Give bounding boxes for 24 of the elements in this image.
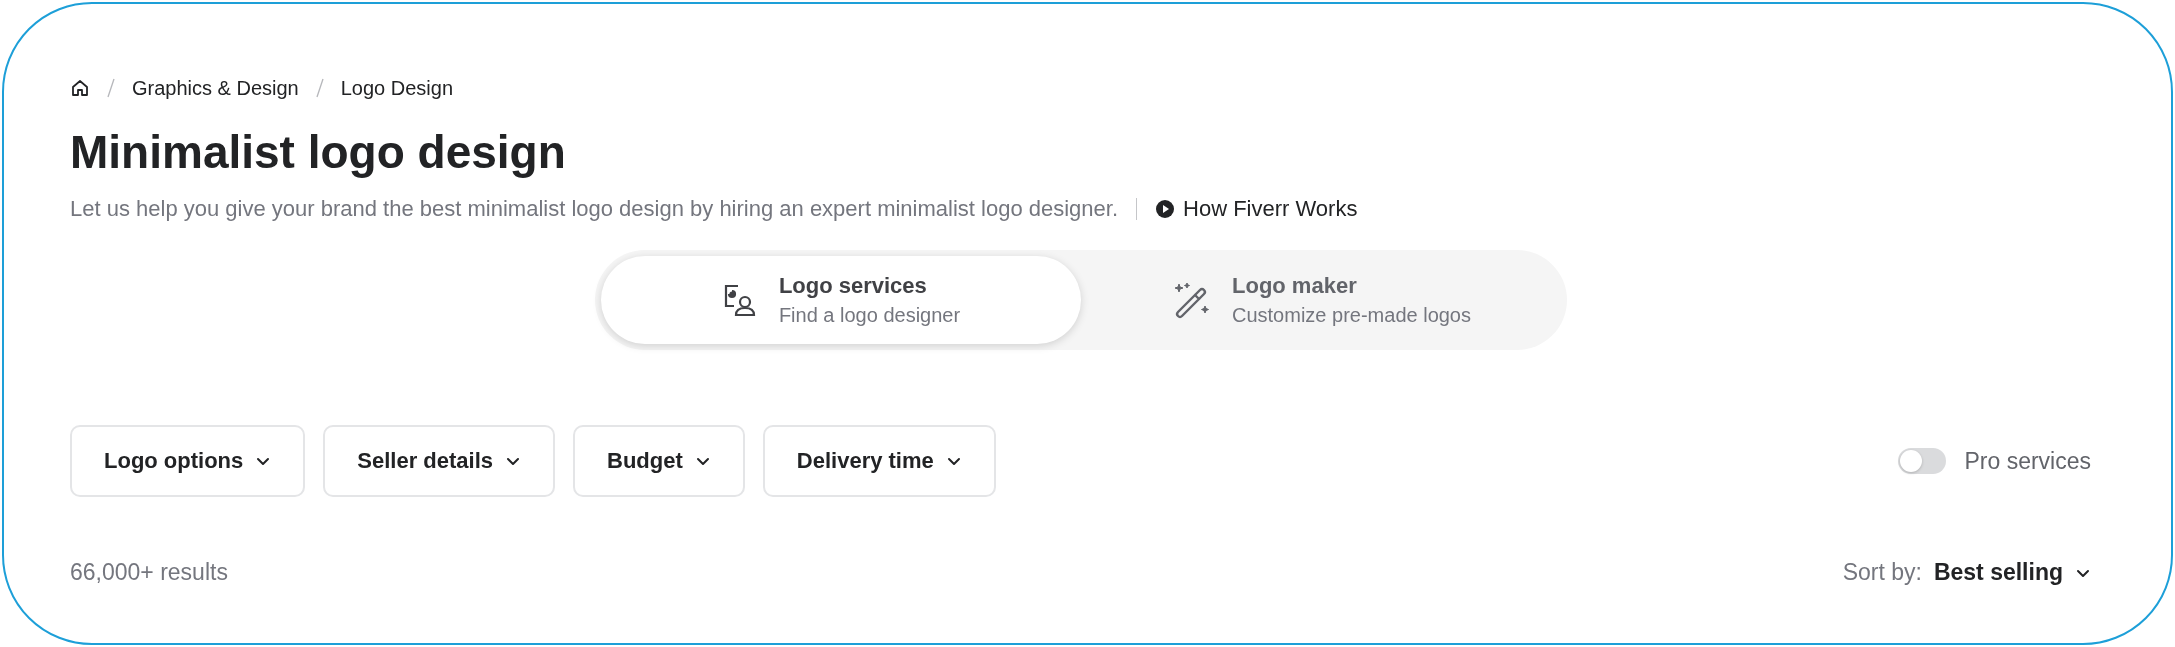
page-title: Minimalist logo design [70, 125, 567, 180]
breadcrumb-link[interactable]: Logo Design [340, 76, 454, 100]
filter-dropdown[interactable]: Logo options [70, 425, 306, 497]
breadcrumb-link[interactable]: Graphics & Design [132, 76, 299, 100]
segment-subtitle: Customize pre-made logos [1232, 303, 1471, 328]
filter-dropdown[interactable]: Delivery time [762, 425, 996, 497]
sort-label: Sort by: [1842, 559, 1922, 586]
home-icon[interactable] [70, 78, 90, 98]
breadcrumb-separator-icon [106, 77, 116, 99]
page-description: Let us help you give your brand the best minimalist logo design by hiring an expert minimalist logo designer. [70, 195, 1119, 223]
segment-tab[interactable]: Logo maker Customize pre-made logos [1080, 256, 1561, 344]
sort-dropdown[interactable]: Best selling [1933, 559, 2091, 586]
segment-subtitle: Find a logo designer [778, 303, 961, 328]
results-count: 66,000+ results [70, 559, 228, 586]
toggle-switch[interactable] [1898, 448, 1947, 474]
filter-dropdown[interactable]: Budget [573, 425, 745, 497]
segment-tab[interactable]: Logo services Find a logo designer [600, 256, 1081, 344]
breadcrumb-separator-icon [314, 77, 325, 99]
play-icon [1155, 199, 1176, 219]
filter-dropdown[interactable]: Seller details [323, 425, 556, 497]
segment-title: Logo maker [1232, 272, 1358, 300]
segment-title: Logo services [778, 272, 928, 300]
toggle-label: Pro services [1964, 447, 2091, 475]
how-it-works-link[interactable]: How Fiverr Works [1155, 194, 1358, 224]
